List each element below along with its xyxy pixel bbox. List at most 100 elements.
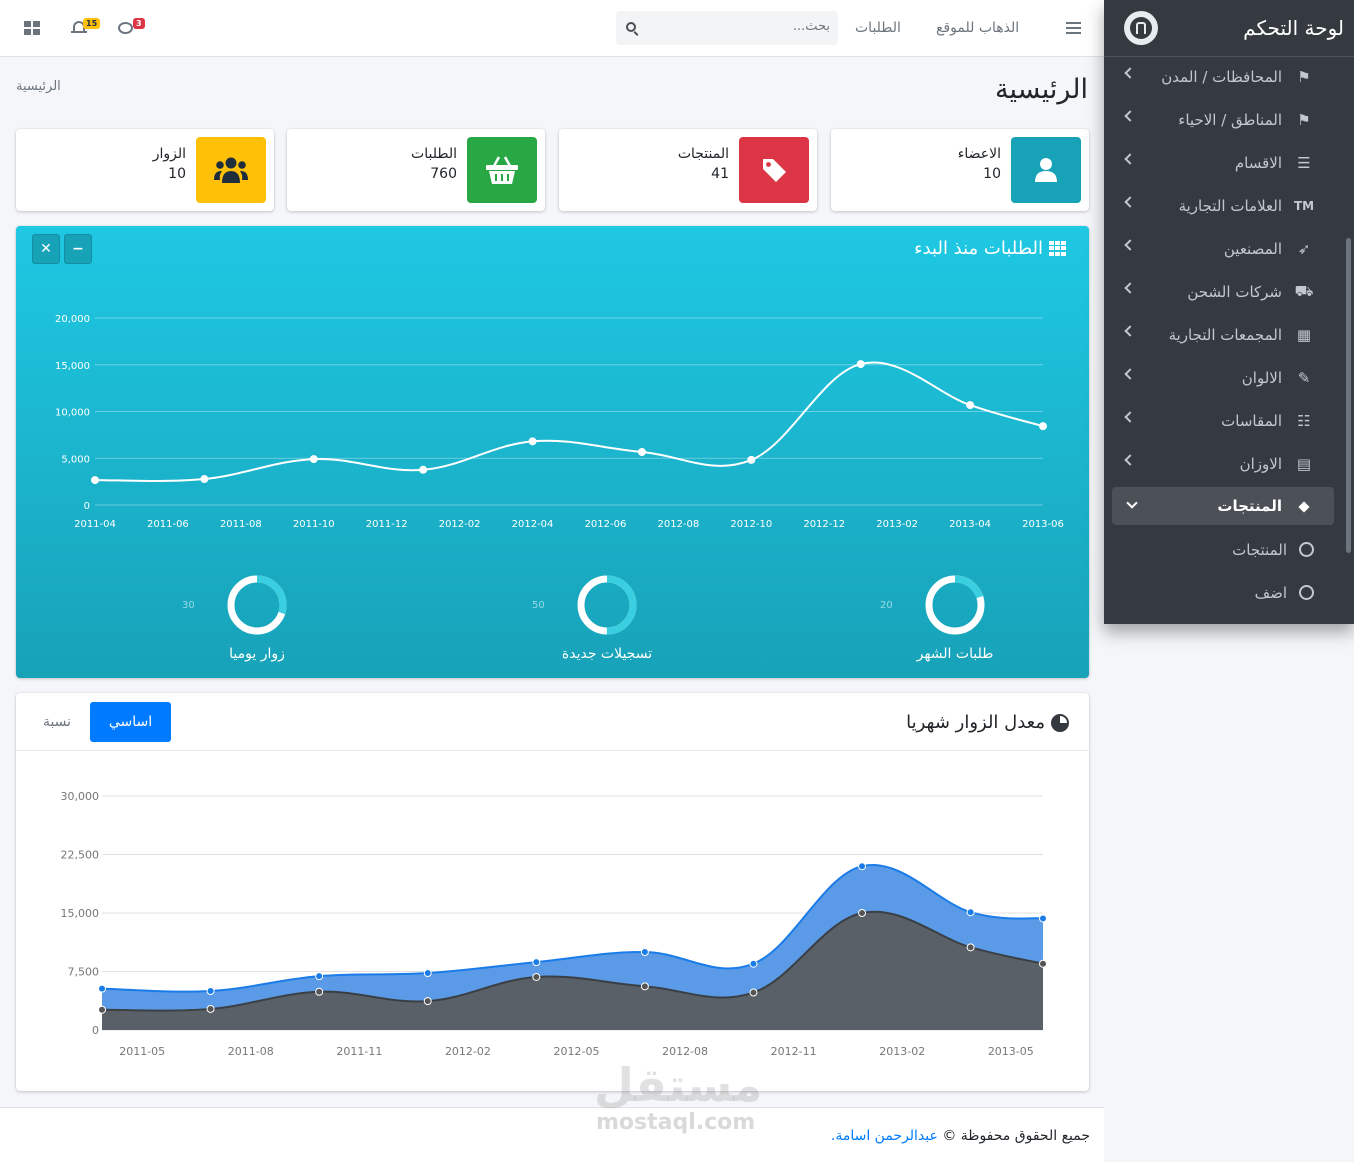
data-point xyxy=(966,401,975,410)
x-tick-label: 2012-11 xyxy=(771,1045,817,1058)
tab-ratio[interactable]: نسبة xyxy=(32,702,82,742)
data-point xyxy=(528,437,537,446)
bars-icon[interactable] xyxy=(1066,22,1081,34)
chevron-left-icon xyxy=(1124,67,1136,79)
search-box xyxy=(616,11,838,45)
sidebar-item[interactable]: العلامات التجارية TM xyxy=(1112,184,1334,227)
sidebar-item[interactable]: المصنعين ➶ xyxy=(1112,227,1334,270)
x-tick-label: 2012-08 xyxy=(657,519,699,530)
y-tick-label: 7,500 xyxy=(68,966,100,979)
info-box-products[interactable]: المنتجات 41 xyxy=(559,129,817,211)
watermark-logo: مستقل xyxy=(594,1058,763,1112)
comments-icon[interactable] xyxy=(118,22,133,34)
data-point xyxy=(423,969,432,978)
archive-icon: ▤ xyxy=(1296,454,1312,473)
data-point xyxy=(858,909,867,917)
copyright-text: جميع الحقوق محفوظة © xyxy=(942,1128,1090,1144)
info-box-label: الزوار xyxy=(152,146,186,162)
sidebar-item[interactable]: الاوزان ▤ xyxy=(1112,442,1334,485)
x-tick-label: 2013-04 xyxy=(949,519,991,530)
x-tick-label: 2012-08 xyxy=(662,1045,708,1058)
breadcrumb[interactable]: الرئيسية xyxy=(16,79,61,94)
go-to-site-link[interactable]: الذهاب للموقع xyxy=(936,20,1019,36)
sidebar-item[interactable]: المجمعات التجارية ▦ xyxy=(1112,313,1334,356)
sidebar-item-label: شركات الشحن xyxy=(1187,282,1282,301)
knob-label: طلبات الشهر xyxy=(916,646,994,662)
sidebar-item[interactable]: المقاسات ☷ xyxy=(1112,399,1334,442)
sidebar-scrollbar[interactable] xyxy=(1346,238,1351,553)
collapse-card-button[interactable]: − xyxy=(64,234,92,264)
x-tick-label: 2011-08 xyxy=(228,1045,274,1058)
x-tick-label: 2011-11 xyxy=(336,1045,382,1058)
author-link[interactable]: عبدالرحمن اسامة. xyxy=(831,1128,938,1144)
data-point xyxy=(966,908,975,917)
data-point xyxy=(98,984,106,993)
sidebar-subitem[interactable]: اضف xyxy=(1112,571,1334,614)
knob-value: 20 xyxy=(880,600,893,611)
sidebar-subitem[interactable]: المنتجات xyxy=(1112,528,1334,571)
sidebar-item[interactable]: الاقسام ☰ xyxy=(1112,141,1334,184)
messages-badge: 3 xyxy=(133,18,145,29)
chevron-left-icon xyxy=(1124,454,1136,466)
info-box-visitors[interactable]: الزوار 10 xyxy=(16,129,274,211)
basket-icon xyxy=(467,137,537,203)
list-icon: ☰ xyxy=(1297,153,1311,172)
user-icon xyxy=(1011,137,1081,203)
sidebar-item[interactable]: المنتجات ⬥ xyxy=(1112,487,1334,525)
x-tick-label: 2011-10 xyxy=(293,519,335,530)
orders-link[interactable]: الطلبات xyxy=(855,20,901,36)
info-box-orders[interactable]: الطلبات 760 xyxy=(287,129,545,211)
monthly-visitors-card: معدل الزوار شهريا اساسي نسبة 0 7,500 15,00… xyxy=(16,693,1089,1091)
tag-icon xyxy=(739,137,809,203)
data-point xyxy=(856,360,865,369)
data-point xyxy=(419,465,428,474)
knob-new-registrations: 50 تسجيلات جديدة xyxy=(497,574,717,674)
x-tick-label: 2012-12 xyxy=(803,519,845,530)
footer: جميع الحقوق محفوظة © عبدالرحمن اسامة. xyxy=(0,1107,1104,1162)
data-point xyxy=(747,455,756,464)
y-tick-label: 15,000 xyxy=(61,907,100,920)
knob-gauge xyxy=(577,575,637,635)
data-point xyxy=(200,475,209,484)
data-point xyxy=(640,948,649,956)
flag-checkered-icon: ⚑ xyxy=(1297,67,1311,86)
orders-since-start-card: الطلبات منذ البدء ✕ − 0 5,000 10,000 15,000… xyxy=(16,226,1089,678)
chart-pie-icon xyxy=(1051,713,1069,732)
x-tick-label: 2012-05 xyxy=(554,1045,600,1058)
sidebar-item-label: المنتجات xyxy=(1217,497,1282,515)
x-tick-label: 2011-06 xyxy=(147,519,189,530)
x-tick-label: 2013-05 xyxy=(988,1045,1034,1058)
sidebar-item[interactable]: المحافظات / المدن ⚑ xyxy=(1112,55,1334,98)
x-tick-label: 2013-02 xyxy=(879,1045,925,1058)
data-point xyxy=(858,862,867,871)
data-point xyxy=(423,997,432,1006)
brand-title: لوحة التحكم xyxy=(1243,16,1344,40)
sidebar-item[interactable]: الالوان ✎ xyxy=(1112,356,1334,399)
tab-basic[interactable]: اساسي xyxy=(90,702,171,742)
card-header: معدل الزوار شهريا اساسي نسبة xyxy=(16,693,1089,751)
search-icon[interactable] xyxy=(626,22,636,32)
search-input[interactable] xyxy=(650,19,830,34)
x-tick-label: 2011-12 xyxy=(366,519,408,530)
data-point xyxy=(315,972,324,981)
sidebar-item[interactable]: شركات الشحن ⛟ xyxy=(1112,270,1334,313)
data-point xyxy=(1039,959,1047,968)
y-tick-label: 22,500 xyxy=(61,849,100,862)
apps-grid-icon[interactable] xyxy=(24,21,40,35)
info-box-members[interactable]: الاعضاء 10 xyxy=(831,129,1089,211)
x-tick-label: 2012-02 xyxy=(439,519,481,530)
brand[interactable]: لوحة التحكم xyxy=(1104,0,1354,57)
rocket-icon: ➶ xyxy=(1297,239,1311,258)
data-point xyxy=(98,1005,106,1014)
sidebar-item[interactable]: المناطق / الاحياء ⚑ xyxy=(1112,98,1334,141)
chevron-left-icon xyxy=(1124,239,1136,251)
card-title-text: الطلبات منذ البدء xyxy=(914,238,1043,259)
truck-icon: ⛟ xyxy=(1294,281,1314,300)
remove-card-button[interactable]: ✕ xyxy=(32,234,60,264)
data-point xyxy=(1039,422,1047,431)
chevron-left-icon xyxy=(1124,325,1136,337)
card-title-text: معدل الزوار شهريا xyxy=(906,712,1045,733)
data-point xyxy=(91,476,99,485)
card-title: الطلبات منذ البدء xyxy=(914,238,1067,259)
info-box-label: الاعضاء xyxy=(957,146,1001,162)
